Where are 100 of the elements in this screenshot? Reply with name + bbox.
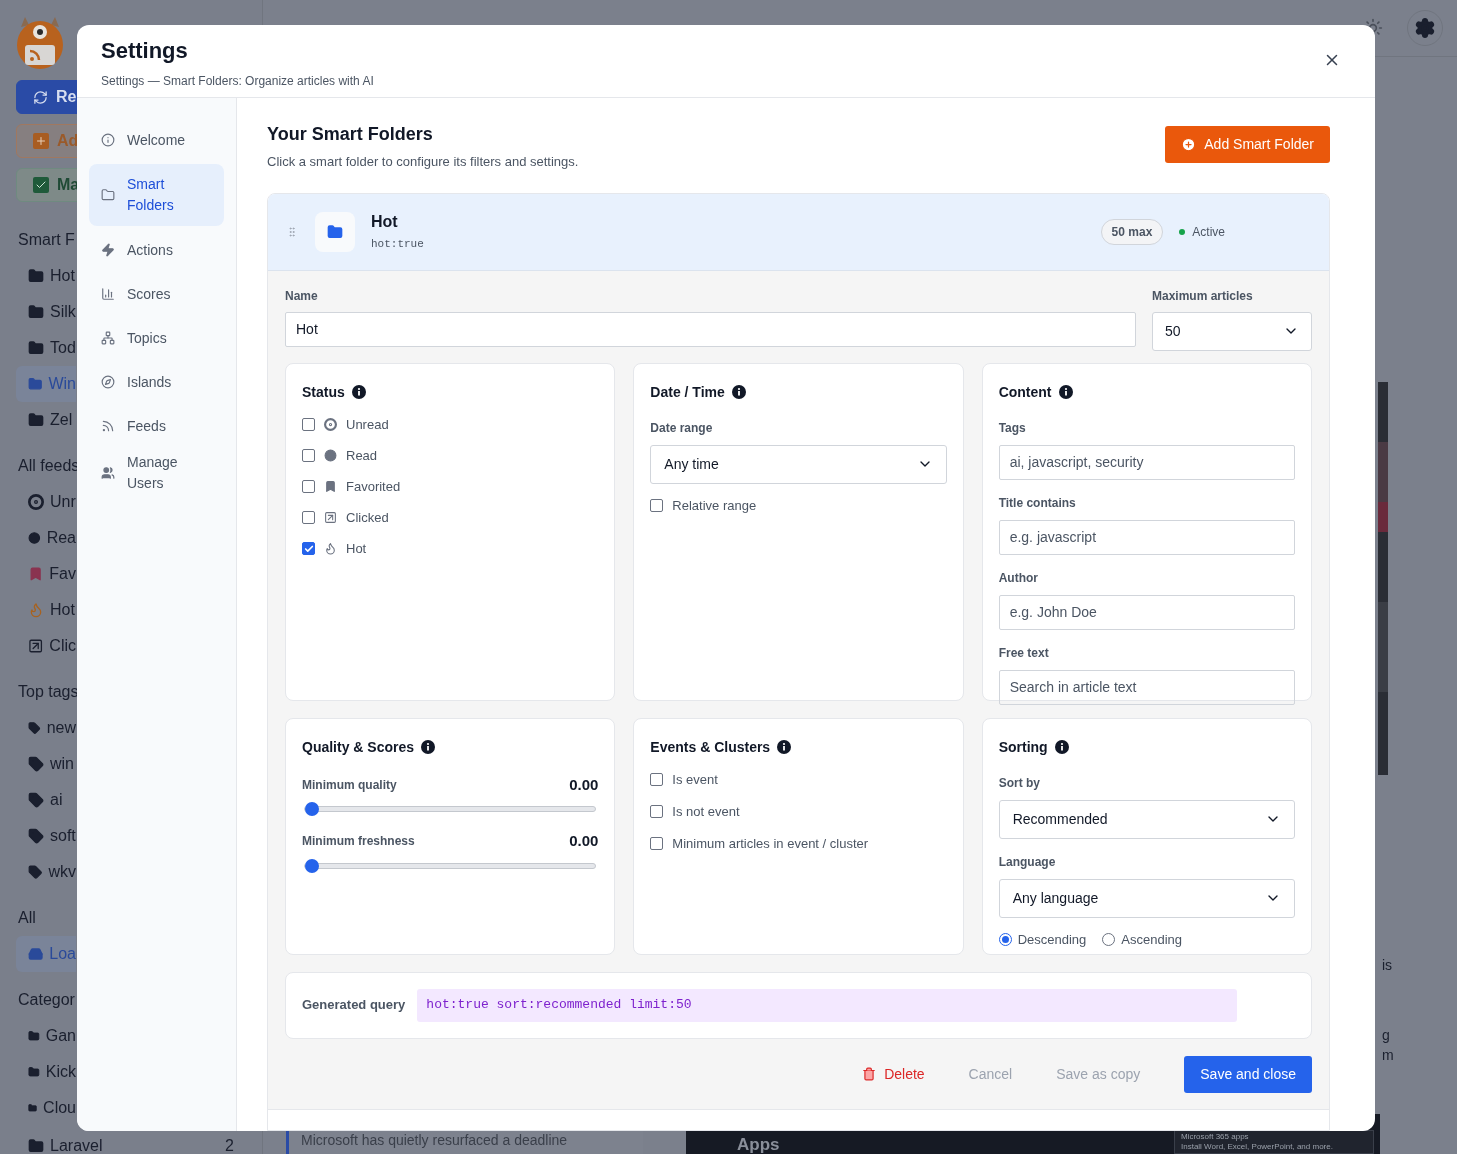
promo-card[interactable]: Microsoft 365 apps Install Word, Excel, PowerPoint, and more. [1174, 1130, 1374, 1154]
section-description: Click a smart folder to configure its filters and settings. [267, 153, 579, 171]
nav-item[interactable]: Welcome [89, 120, 224, 160]
flame-icon [28, 602, 44, 618]
folder-header[interactable]: Hot hot:true 50 max Active [268, 193, 1329, 271]
nav-item[interactable]: Manage Users [89, 450, 224, 496]
arrow-square-icon [324, 511, 337, 524]
select-field[interactable]: Any time [650, 444, 947, 484]
circle-dot-icon [28, 494, 44, 510]
slider-thumb[interactable] [305, 802, 319, 816]
circle-dot-icon [324, 418, 337, 431]
checkbox[interactable] [302, 418, 315, 431]
sidebar-item[interactable]: Gan [16, 1018, 76, 1054]
text-fragment: is [1382, 956, 1394, 975]
tag-icon [28, 720, 41, 736]
checkbox[interactable] [650, 837, 664, 850]
input-field[interactable]: Search in article text [998, 669, 1295, 705]
text-fragment: g [1382, 1026, 1391, 1045]
select-field[interactable]: Recommended [998, 799, 1295, 839]
checkbox-label: Favorited [346, 477, 401, 496]
nav-item[interactable]: Topics [89, 318, 224, 358]
sidebar-item[interactable]: Fav [16, 556, 76, 592]
sidebar-item[interactable]: Win [16, 366, 76, 402]
input-field[interactable]: e.g. javascript [998, 519, 1295, 555]
sidebar-item[interactable]: Unr [16, 484, 76, 520]
checkbox-label: Clicked [346, 508, 389, 527]
add-folder-button[interactable]: Add Smart Folder [1165, 126, 1330, 163]
checkbox[interactable] [302, 511, 315, 524]
query-label: Generated query [302, 996, 406, 1015]
sidebar-item[interactable]: Kick [16, 1054, 76, 1090]
slider-value: 0.00 [569, 831, 599, 851]
input-field[interactable]: e.g. John Doe [998, 594, 1295, 630]
sidebar-item[interactable]: Hot [16, 592, 76, 628]
field-label: Language [998, 853, 1057, 871]
section-title: Categor [17, 990, 76, 1010]
dialog-subtitle: Settings — Smart Folders: Organize articles with AI [101, 73, 374, 90]
slider-thumb[interactable] [305, 858, 319, 873]
folder-icon [101, 188, 115, 202]
trash-icon [862, 1067, 877, 1081]
checkbox-label: Is event [672, 770, 718, 789]
sidebar-item[interactable]: Clic [16, 628, 76, 664]
select-field[interactable]: Any language [998, 878, 1295, 918]
text-fragment: m [1382, 1046, 1395, 1065]
nav-item[interactable]: Scores [89, 274, 224, 314]
folder-query: hot:true [371, 237, 424, 253]
rss-icon [101, 419, 115, 433]
checkbox[interactable] [302, 542, 315, 555]
sidebar-item[interactable]: Silk [16, 294, 76, 330]
check-icon [33, 177, 49, 193]
tag-icon [28, 792, 44, 808]
checkbox-label: Unread [346, 415, 389, 434]
sidebar-item[interactable]: Rea [16, 520, 76, 556]
folder-icon [28, 376, 43, 392]
sidebar-item[interactable]: Tod [16, 330, 76, 366]
sidebar-item[interactable]: Loa [16, 936, 76, 972]
status-label: Active [1192, 223, 1225, 241]
folder-icon [28, 1138, 44, 1154]
sidebar-item[interactable]: wkv [16, 854, 76, 890]
logo-icon [15, 15, 65, 71]
plus-icon [1181, 137, 1197, 152]
sidebar-item[interactable]: soft [16, 818, 76, 854]
folder-name: Hot [371, 212, 399, 233]
info-icon [421, 740, 436, 754]
checkbox[interactable] [650, 499, 664, 512]
sidebar-item[interactable]: Clou [16, 1090, 76, 1126]
panel-title: Sorting [998, 737, 1048, 757]
nav-item[interactable]: Smart Folders [89, 164, 224, 226]
sidebar-item[interactable]: new [16, 710, 76, 746]
theme-icon[interactable] [1363, 18, 1383, 38]
info-icon [777, 740, 792, 754]
select-field[interactable]: 50 [1152, 311, 1312, 351]
panel-title: Content [998, 382, 1052, 402]
checkbox[interactable] [302, 480, 315, 493]
delete-button[interactable]: Delete [862, 1055, 925, 1093]
section-title: Smart F [17, 230, 76, 250]
sidebar-item[interactable]: ai [16, 782, 76, 818]
sidebar-item[interactable]: Zel [16, 402, 76, 438]
nav-item[interactable]: Actions [89, 230, 224, 270]
checkbox-label: Relative range [672, 496, 757, 515]
text-button[interactable]: Save as copy [1056, 1055, 1141, 1093]
checkbox[interactable] [650, 805, 664, 818]
panel-title: Date / Time [650, 382, 725, 402]
image-title: Apps [737, 1134, 780, 1154]
panel-title: Quality & Scores [302, 737, 415, 757]
sidebar-item[interactable]: Hot [16, 258, 76, 294]
checkbox[interactable] [650, 773, 664, 786]
checkbox[interactable] [302, 449, 315, 462]
name-field[interactable]: Hot [285, 311, 1136, 347]
field-label: Title contains [998, 494, 1077, 512]
info-icon [731, 385, 746, 399]
save-button[interactable]: Save and close [1184, 1055, 1312, 1093]
info-icon [1054, 740, 1069, 754]
sidebar-item[interactable]: win [16, 746, 76, 782]
input-field[interactable]: ai, javascript, security [998, 444, 1295, 480]
nav-item[interactable]: Islands [89, 362, 224, 402]
field-label: Free text [998, 644, 1050, 662]
text-button[interactable]: Cancel [968, 1055, 1013, 1093]
section-title: All feeds [17, 456, 76, 476]
nav-item[interactable]: Feeds [89, 406, 224, 446]
inbox-icon [28, 946, 44, 962]
